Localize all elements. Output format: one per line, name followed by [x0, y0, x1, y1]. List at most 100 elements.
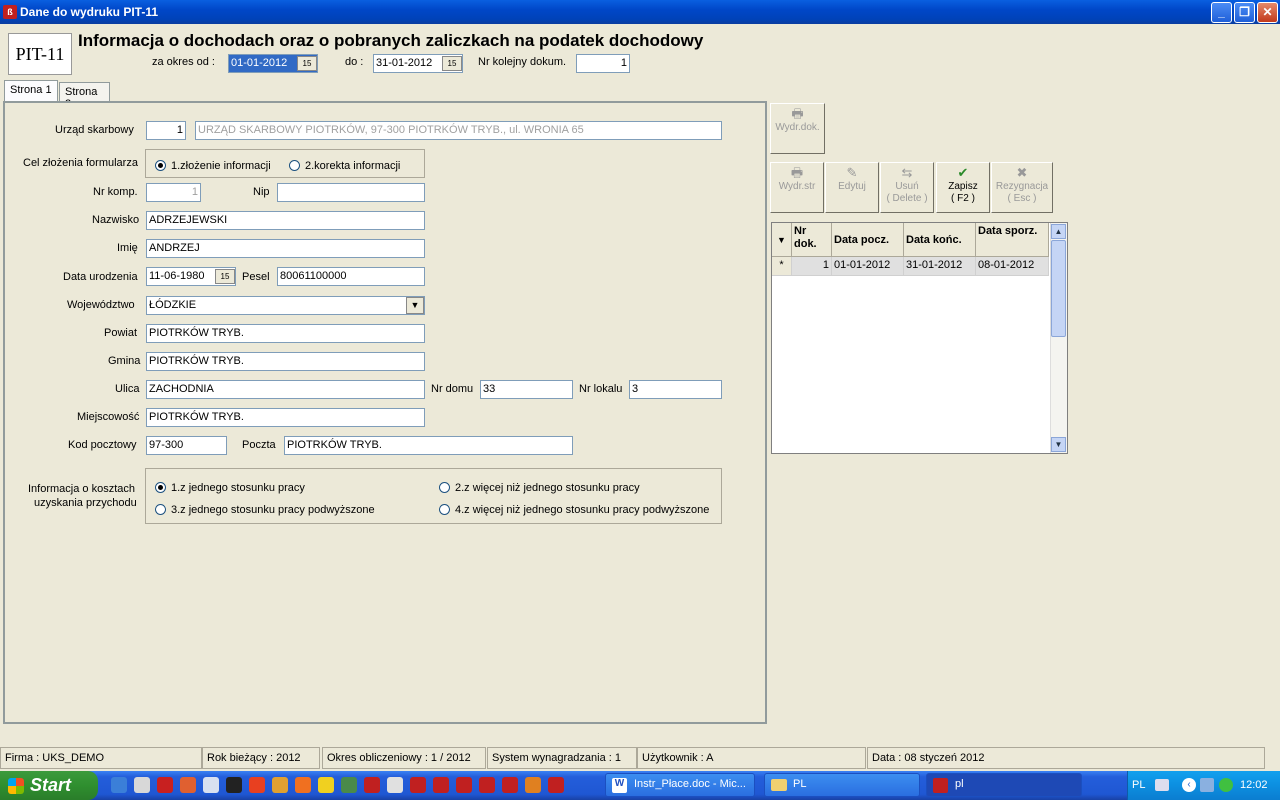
house-field[interactable]: 33 [480, 380, 573, 399]
grid-cell-nr[interactable]: 1 [792, 257, 832, 276]
status-firm: Firma : UKS_DEMO [0, 747, 202, 769]
costs-radio-2[interactable] [439, 482, 450, 493]
app-icon[interactable] [456, 777, 472, 793]
grid-row-marker[interactable]: * [772, 257, 792, 276]
tax-office-name-field[interactable]: URZĄD SKARBOWY PIOTRKÓW, 97-300 PIOTRKÓW… [195, 121, 722, 140]
nr-komp-field[interactable]: 1 [146, 183, 201, 202]
period-to-label: do : [345, 56, 364, 68]
tab-strona-2[interactable]: Strona 2 [59, 82, 110, 110]
taskbar-item-app[interactable]: pl [926, 773, 1082, 797]
language-indicator[interactable]: PL [1132, 779, 1145, 791]
status-system: System wynagradzania : 1 [487, 747, 637, 769]
keyboard-icon[interactable] [1155, 779, 1169, 791]
voivodeship-select[interactable]: ŁÓDZKIE [146, 296, 425, 315]
name-field[interactable]: ANDRZEJ [146, 239, 425, 258]
app-icon[interactable] [364, 777, 380, 793]
tool-icon[interactable] [272, 777, 288, 793]
purpose-radio-1[interactable] [155, 160, 166, 171]
edit-button[interactable]: ✎ Edytuj [825, 162, 879, 213]
costs-radio-3[interactable] [155, 504, 166, 515]
cancel-label-2: ( Esc ) [1007, 193, 1037, 204]
street-field[interactable]: ZACHODNIA [146, 380, 425, 399]
office-icon[interactable] [180, 777, 196, 793]
grid-cell-end[interactable]: 31-01-2012 [904, 257, 976, 276]
cancel-label-1: Rezygnacja [995, 181, 1049, 192]
flat-label: Nr lokalu [579, 383, 623, 395]
grid-cell-created[interactable]: 08-01-2012 [976, 257, 1049, 276]
terminal-icon[interactable] [226, 777, 242, 793]
save-button[interactable]: ✔ Zapisz ( F2 ) [936, 162, 990, 213]
costs-radio-4[interactable] [439, 504, 450, 515]
network-icon[interactable] [1200, 778, 1214, 792]
printer-icon: 🖶 [790, 165, 804, 180]
app-icon[interactable] [525, 777, 541, 793]
tab-strona-1[interactable]: Strona 1 [4, 80, 58, 102]
media-icon[interactable] [249, 777, 265, 793]
doc-number-field[interactable]: 1 [576, 54, 630, 73]
chevron-down-icon[interactable]: ▼ [406, 297, 424, 314]
save-icon: ✔ [957, 165, 969, 180]
grid-header-nr[interactable]: Nr dok. [792, 223, 832, 257]
post-field[interactable]: PIOTRKÓW TRYB. [284, 436, 573, 455]
usb-icon[interactable] [387, 777, 403, 793]
chevron-left-icon[interactable]: ‹ [1182, 778, 1196, 792]
app-icon[interactable] [548, 777, 564, 793]
minimize-button[interactable]: _ [1211, 2, 1232, 23]
city-label: Miejscowość [77, 411, 140, 423]
city-field[interactable]: PIOTRKÓW TRYB. [146, 408, 425, 427]
desktop-icon[interactable] [134, 777, 150, 793]
tax-office-code-field[interactable]: 1 [146, 121, 186, 140]
ie-icon[interactable] [111, 777, 127, 793]
surname-field[interactable]: ADRZEJEWSKI [146, 211, 425, 230]
postcode-field[interactable]: 97-300 [146, 436, 227, 455]
save-label-1: Zapisz [948, 181, 978, 192]
print-doc-button[interactable]: 🖶 Wydr.dok. [770, 103, 825, 154]
nip-field[interactable] [277, 183, 425, 202]
edit-label: Edytuj [838, 181, 866, 192]
grid-cell-start[interactable]: 01-01-2012 [832, 257, 904, 276]
player-icon[interactable] [318, 777, 334, 793]
firefox-icon[interactable] [295, 777, 311, 793]
grid-header-created[interactable]: Data sporz. [976, 223, 1049, 257]
grid-corner: ▼ [772, 223, 792, 257]
status-user: Użytkownik : A [637, 747, 866, 769]
scroll-up-icon[interactable]: ▲ [1051, 224, 1066, 239]
print-doc-label: Wydr.dok. [775, 122, 820, 133]
app-icon[interactable] [433, 777, 449, 793]
purpose-radio-2[interactable] [289, 160, 300, 171]
status-icon[interactable] [1219, 778, 1233, 792]
app-icon[interactable] [479, 777, 495, 793]
app-icon[interactable] [502, 777, 518, 793]
tax-office-label: Urząd skarbowy [55, 124, 134, 136]
grid-header-start[interactable]: Data pocz. [832, 223, 904, 257]
calendar-icon[interactable]: 15 [215, 269, 235, 284]
county-field[interactable]: PIOTRKÓW TRYB. [146, 324, 425, 343]
calendar-icon[interactable]: 15 [297, 56, 317, 71]
costs-radio-1[interactable] [155, 482, 166, 493]
grid-header-end[interactable]: Data końc. [904, 223, 976, 257]
acrobat-icon[interactable] [157, 777, 173, 793]
app-icon[interactable]: ß [3, 5, 17, 19]
app-icon[interactable] [410, 777, 426, 793]
taskbar-item-word[interactable]: W Instr_Płace.doc - Mic... [605, 773, 755, 797]
scroll-down-icon[interactable]: ▼ [1051, 437, 1066, 452]
restore-button[interactable]: ❐ [1234, 2, 1255, 23]
print-page-button[interactable]: 🖶 Wydr.str [770, 162, 824, 213]
status-period: Okres obliczeniowy : 1 / 2012 [322, 747, 486, 769]
post-label: Poczta [242, 439, 276, 451]
pesel-field[interactable]: 80061100000 [277, 267, 425, 286]
commune-field[interactable]: PIOTRKÓW TRYB. [146, 352, 425, 371]
taskbar-item-folder[interactable]: PL [764, 773, 920, 797]
start-label: Start [30, 775, 72, 795]
start-button[interactable]: Start [0, 771, 98, 800]
delete-button[interactable]: ⇆ Usuń ( Delete ) [880, 162, 934, 213]
chart-icon[interactable] [341, 777, 357, 793]
postcode-label: Kod pocztowy [68, 439, 137, 451]
close-button[interactable]: ✕ [1257, 2, 1278, 23]
flat-field[interactable]: 3 [629, 380, 722, 399]
birth-label: Data urodzenia [63, 271, 138, 283]
calendar-icon[interactable]: 15 [442, 56, 462, 71]
scroll-thumb[interactable] [1051, 240, 1066, 337]
calc-icon[interactable] [203, 777, 219, 793]
cancel-button[interactable]: ✖ Rezygnacja ( Esc ) [991, 162, 1053, 213]
